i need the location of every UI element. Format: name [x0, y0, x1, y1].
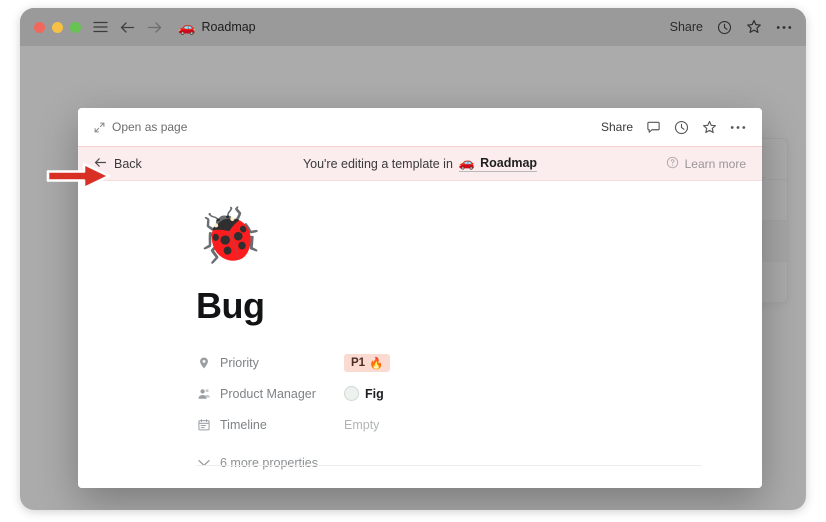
priority-badge-label: P1	[351, 356, 366, 369]
window-favorite-star-icon[interactable]	[746, 19, 762, 35]
learn-more-label: Learn more	[684, 156, 746, 171]
priority-pin-icon	[196, 355, 211, 370]
modal-topbar-actions: Share	[601, 108, 746, 146]
window-history-icon[interactable]	[717, 20, 732, 35]
open-as-page-label: Open as page	[112, 120, 188, 134]
annotation-arrow-icon	[46, 162, 111, 190]
more-properties-toggle[interactable]: 6 more properties	[196, 456, 702, 470]
calendar-icon	[196, 417, 211, 432]
sidebar-toggle-icon[interactable]	[93, 21, 108, 33]
window-more-options-icon[interactable]	[776, 25, 792, 30]
banner-message-text: You're editing a template in	[302, 156, 453, 171]
person-name: Fig	[365, 386, 384, 401]
screenshot-root: 🚗 Roadmap Share Open as page Share Back …	[0, 0, 826, 522]
property-label-priority[interactable]: Priority	[196, 355, 344, 370]
modal-history-icon[interactable]	[674, 120, 689, 135]
person-icon	[196, 386, 211, 401]
expand-arrows-icon	[94, 122, 105, 133]
fire-icon: 🔥	[369, 357, 384, 370]
window-share-button[interactable]: Share	[670, 20, 703, 34]
property-name: Priority	[220, 355, 259, 370]
content-divider	[196, 465, 702, 466]
property-name: Timeline	[220, 417, 267, 432]
empty-value-label: Empty	[344, 417, 380, 432]
modal-share-button[interactable]: Share	[601, 120, 633, 134]
banner-message: You're editing a template in 🚗 Roadmap	[78, 155, 762, 172]
property-row-product-manager[interactable]: Product Manager Fig	[196, 380, 702, 407]
learn-more-button[interactable]: Learn more	[666, 156, 746, 172]
open-as-page-button[interactable]: Open as page	[94, 120, 187, 134]
page-area: ••• ••• ••• Invalid Emails Throw an Er	[20, 46, 806, 510]
modal-topbar: Open as page Share	[78, 108, 762, 146]
ladybug-icon[interactable]: 🐞	[196, 209, 702, 263]
question-circle-icon	[666, 156, 679, 172]
template-peek-modal: Open as page Share Back You're editing a…	[78, 108, 762, 488]
property-row-timeline[interactable]: Timeline Empty	[196, 411, 702, 438]
property-value-priority[interactable]: P1 🔥	[344, 353, 391, 372]
modal-favorite-star-icon[interactable]	[702, 120, 717, 135]
property-row-priority[interactable]: Priority P1 🔥	[196, 349, 702, 376]
priority-badge: P1 🔥	[344, 353, 391, 372]
modal-body: 🐞 Bug Priority P1 🔥 Product Manager Fig …	[78, 181, 762, 488]
modal-more-options-icon[interactable]	[730, 125, 746, 130]
navigate-back-icon[interactable]	[120, 21, 135, 34]
window-title-label: Roadmap	[201, 20, 256, 34]
roadmap-car-icon: 🚗	[458, 155, 476, 170]
close-window-button[interactable]	[34, 21, 45, 33]
banner-back-label: Back	[114, 156, 142, 171]
page-properties: Priority P1 🔥 Product Manager Fig Timeli…	[196, 349, 702, 470]
property-name: Product Manager	[220, 386, 316, 401]
property-label-timeline[interactable]: Timeline	[196, 417, 344, 432]
navigate-forward-icon[interactable]	[147, 21, 162, 34]
page-title[interactable]: Bug	[196, 285, 702, 327]
more-properties-label: 6 more properties	[220, 456, 318, 470]
property-value-product-manager[interactable]: Fig	[344, 386, 384, 401]
avatar	[344, 386, 359, 401]
traffic-light-controls[interactable]	[34, 21, 81, 33]
property-value-timeline[interactable]: Empty	[344, 418, 379, 432]
window-titlebar: 🚗 Roadmap Share	[20, 8, 806, 46]
template-editing-banner: Back You're editing a template in 🚗 Road…	[78, 146, 762, 181]
window-title[interactable]: 🚗 Roadmap	[178, 20, 256, 34]
app-window: 🚗 Roadmap Share Open as page Share Back …	[20, 8, 806, 510]
property-label-product-manager[interactable]: Product Manager	[196, 386, 344, 401]
minimize-window-button[interactable]	[52, 21, 63, 33]
comment-icon[interactable]	[646, 120, 661, 135]
maximize-window-button[interactable]	[70, 21, 81, 33]
window-title-actions: Share	[670, 8, 792, 46]
banner-database-name: Roadmap	[480, 156, 538, 170]
person-chip: Fig	[344, 386, 384, 401]
banner-database-link[interactable]: 🚗 Roadmap	[458, 155, 538, 172]
roadmap-car-icon: 🚗	[178, 19, 196, 35]
